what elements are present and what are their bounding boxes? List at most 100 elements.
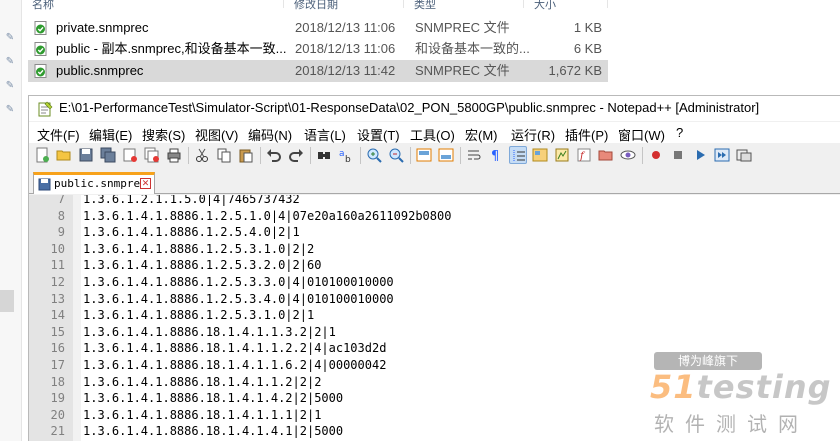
menu-search[interactable]: 搜索(S) (142, 125, 185, 144)
doc-map-icon[interactable] (553, 146, 571, 164)
udl-icon[interactable] (531, 146, 549, 164)
line-text: 1.3.6.1.4.1.8886.18.1.4.1.1.6.2|4|000000… (83, 358, 387, 372)
line-text: 1.3.6.1.4.1.8886.18.1.4.1.1.2.2|4|ac103d… (83, 341, 387, 356)
code-line[interactable]: 15 1.3.6.1.4.1.8886.18.1.4.1.1.3.2|2|1 (29, 324, 840, 340)
save-icon[interactable] (77, 146, 95, 164)
pin-icon[interactable]: ✎ (4, 56, 16, 68)
close-all-icon[interactable] (143, 146, 161, 164)
record-macro-icon[interactable] (647, 146, 665, 164)
stop-macro-icon[interactable] (669, 146, 687, 164)
code-line[interactable]: 19 1.3.6.1.4.1.8886.18.1.4.1.4.2|2|5000 (29, 390, 840, 406)
notepadpp-window: E:\01-PerformanceTest\Simulator-Script\0… (28, 95, 840, 441)
code-line[interactable]: 17 1.3.6.1.4.1.8886.18.1.4.1.1.6.2|4|0000… (29, 357, 840, 373)
sync-vertical-icon[interactable] (415, 146, 433, 164)
word-wrap-icon[interactable] (465, 146, 483, 164)
code-line[interactable]: 11 1.3.6.1.4.1.8886.1.2.5.3.2.0|2|60 (29, 257, 840, 273)
line-number: 21 (50, 424, 65, 439)
tab-public-snmprec[interactable]: public.snmprec ✕ (33, 172, 155, 194)
function-list-icon[interactable]: f (575, 146, 593, 164)
line-text: 1.3.6.1.4.1.8886.18.1.4.1.1.2|2|2 (83, 374, 322, 389)
code-line[interactable]: 18 1.3.6.1.4.1.8886.18.1.4.1.1.2|2|2 (29, 374, 840, 390)
column-header-type[interactable]: 类型 (404, 0, 524, 11)
menu-view[interactable]: 视图(V) (195, 125, 238, 144)
svg-text:b: b (345, 155, 351, 163)
copy-icon[interactable] (215, 146, 233, 164)
menu-settings[interactable]: 设置(T) (357, 125, 400, 144)
code-line[interactable]: 16 1.3.6.1.4.1.8886.18.1.4.1.1.2.2|4|ac10… (29, 340, 840, 356)
open-folder-icon[interactable] (55, 146, 73, 164)
line-number: 9 (57, 225, 65, 240)
new-file-icon[interactable] (33, 146, 51, 164)
file-type: SNMPREC 文件 (415, 63, 510, 78)
save-macro-icon[interactable] (735, 146, 753, 164)
line-number: 17 (50, 358, 65, 372)
zoom-out-icon[interactable] (387, 146, 405, 164)
line-text: 1.3.6.1.4.1.8886.1.2.5.3.2.0|2|60 (83, 258, 322, 273)
redo-icon[interactable] (287, 146, 305, 164)
line-number: 8 (57, 208, 65, 223)
menu-macro[interactable]: 宏(M) (465, 125, 498, 144)
menu-tools[interactable]: 工具(O) (410, 125, 455, 144)
code-line[interactable]: 12 1.3.6.1.4.1.8886.1.2.5.3.3.0|4|0101000… (29, 274, 840, 290)
column-header-date[interactable]: 修改日期 (284, 0, 404, 11)
undo-icon[interactable] (265, 146, 283, 164)
svg-text:¶: ¶ (491, 149, 499, 163)
menu-language[interactable]: 语言(L) (304, 125, 346, 144)
column-header-name[interactable]: 名称 (22, 0, 284, 11)
file-explorer: 名称 修改日期 类型 大小 private.snmprec 2018/12/13… (0, 0, 840, 95)
cut-icon[interactable] (193, 146, 211, 164)
find-icon[interactable] (315, 146, 333, 164)
sync-horizontal-icon[interactable] (437, 146, 455, 164)
explorer-nav-pane: ✎ ✎ ✎ ✎ (0, 0, 22, 441)
save-all-icon[interactable] (99, 146, 117, 164)
title-bar[interactable]: E:\01-PerformanceTest\Simulator-Script\0… (29, 96, 840, 121)
code-line[interactable]: 21 1.3.6.1.4.1.8886.18.1.4.1.4.1|2|5000 (29, 423, 840, 439)
pin-icon[interactable]: ✎ (4, 104, 16, 116)
menu-edit[interactable]: 编辑(E) (89, 125, 132, 144)
snmprec-file-icon (34, 42, 47, 56)
menu-window[interactable]: 窗口(W) (618, 125, 665, 144)
code-line[interactable]: 8 1.3.6.1.4.1.8886.1.2.5.1.0|4|07e20a160a… (29, 208, 840, 224)
pin-icon[interactable]: ✎ (4, 80, 16, 92)
indent-guide-icon[interactable] (509, 146, 527, 164)
toolbar-separator (642, 147, 643, 164)
play-macro-icon[interactable] (691, 146, 709, 164)
file-row-public-snmprec[interactable]: public.snmprec 2018/12/13 11:42 SNMPREC … (28, 60, 608, 82)
file-type: 和设备基本一致的... (415, 41, 530, 56)
file-type: SNMPREC 文件 (415, 20, 510, 35)
line-number: 14 (50, 308, 65, 323)
monitoring-eye-icon[interactable] (619, 146, 637, 164)
menu-encoding[interactable]: 编码(N) (248, 125, 292, 144)
folder-workspace-icon[interactable] (597, 146, 615, 164)
code-line[interactable]: 14 1.3.6.1.4.1.8886.1.2.5.3.1.0|2|1 (29, 307, 840, 323)
replace-icon[interactable]: ab (337, 146, 355, 164)
code-line[interactable]: 13 1.3.6.1.4.1.8886.1.2.5.3.4.0|4|0101000… (29, 291, 840, 307)
pin-icon[interactable]: ✎ (4, 32, 16, 44)
tab-close-icon[interactable]: ✕ (140, 178, 151, 189)
file-name: private.snmprec (56, 20, 149, 35)
zoom-in-icon[interactable] (365, 146, 383, 164)
saved-file-icon (38, 178, 51, 191)
code-line[interactable]: 20 1.3.6.1.4.1.8886.18.1.4.1.1.1|2|1 (29, 407, 840, 423)
menu-plugins[interactable]: 插件(P) (565, 125, 608, 144)
menu-file[interactable]: 文件(F) (37, 125, 80, 144)
line-number: 12 (50, 275, 65, 289)
show-all-chars-icon[interactable]: ¶ (487, 146, 505, 164)
code-line[interactable]: 7 1.3.6.1.2.1.1.5.0|4|7465737432 (29, 195, 840, 207)
run-macro-multiple-icon[interactable] (713, 146, 731, 164)
file-row-private-snmprec[interactable]: private.snmprec 2018/12/13 11:06 SNMPREC… (28, 17, 608, 39)
column-header-size[interactable]: 大小 (524, 0, 608, 11)
print-icon[interactable] (165, 146, 183, 164)
snmprec-file-icon (34, 21, 47, 35)
toolbar-separator (260, 147, 261, 164)
code-line[interactable]: 10 1.3.6.1.4.1.8886.1.2.5.3.1.0|2|2 (29, 241, 840, 257)
editor-area[interactable]: 7 1.3.6.1.2.1.1.5.0|4|7465737432 8 1.3.6.1.… (29, 195, 840, 441)
menu-run[interactable]: 运行(R) (511, 125, 555, 144)
nav-pane-selection[interactable] (0, 290, 14, 312)
line-number: 19 (50, 391, 65, 406)
paste-icon[interactable] (237, 146, 255, 164)
file-row-public-copy-snmprec[interactable]: public - 副本.snmprec,和设备基本一致... 2018/12/1… (28, 38, 608, 60)
code-line[interactable]: 9 1.3.6.1.4.1.8886.1.2.5.4.0|2|1 (29, 224, 840, 240)
close-file-icon[interactable] (121, 146, 139, 164)
menu-help[interactable]: ? (676, 125, 683, 140)
